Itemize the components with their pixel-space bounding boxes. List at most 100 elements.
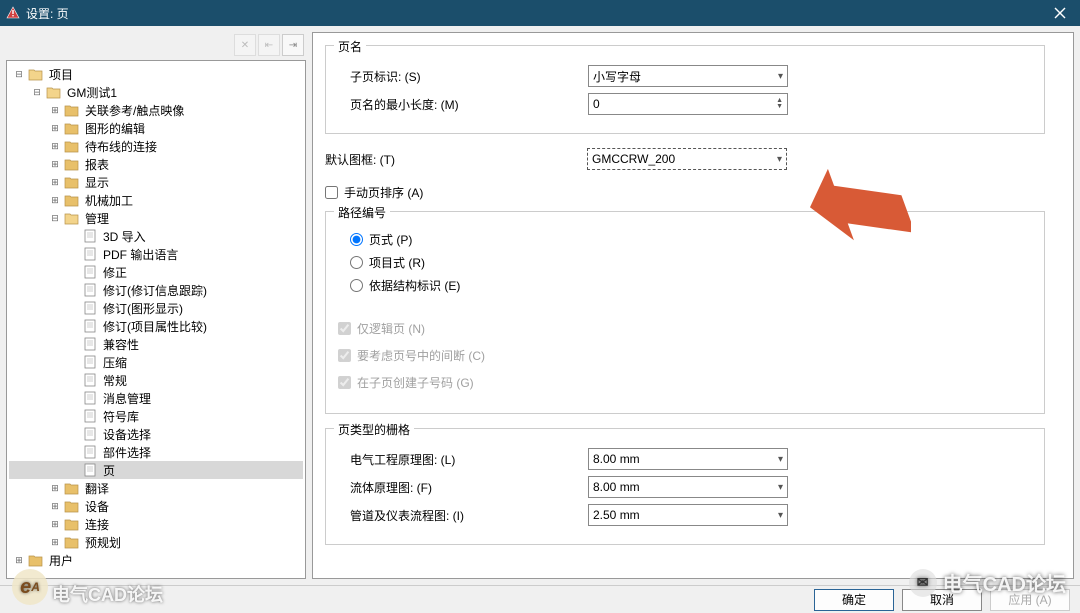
tree-node[interactable]: ⊞用户 (9, 551, 303, 569)
watermark-bottom-left: eA 电气CAD论坛 (12, 569, 163, 607)
tree-node-label: 翻译 (83, 480, 111, 497)
ok-button[interactable]: 确定 (814, 589, 894, 611)
tree-node-label: 管理 (83, 210, 111, 227)
tree-expander-icon[interactable]: ⊞ (49, 537, 61, 548)
grid-fluid-label: 流体原理图: (F) (338, 479, 588, 496)
tree-node[interactable]: 修订(图形显示) (9, 299, 303, 317)
cb-subnum (338, 376, 351, 389)
settings-tree[interactable]: ⊟项目⊟GM测试1⊞关联参考/触点映像⊞图形的编辑⊞待布线的连接⊞报表⊞显示⊞机… (6, 60, 306, 579)
radio-page[interactable] (350, 233, 363, 246)
page-icon (82, 301, 98, 315)
tree-node[interactable]: ⊞机械加工 (9, 191, 303, 209)
cb-subnum-label: 在子页创建子号码 (G) (357, 374, 474, 391)
tree-node[interactable]: 修订(修订信息跟踪) (9, 281, 303, 299)
tree-node[interactable]: ⊞连接 (9, 515, 303, 533)
tree-node-label: 修订(修订信息跟踪) (101, 282, 209, 299)
tree-node[interactable]: 消息管理 (9, 389, 303, 407)
tree-node-label: 待布线的连接 (83, 138, 159, 155)
cb-only-logic (338, 322, 351, 335)
chevron-down-icon: ▾ (778, 454, 783, 465)
folder-icon (64, 139, 80, 153)
grid-pipe-select[interactable]: 2.50 mm ▾ (588, 504, 788, 526)
left-panel: ✕ ⇤ ⇥ ⊟项目⊟GM测试1⊞关联参考/触点映像⊞图形的编辑⊞待布线的连接⊞报… (6, 32, 306, 579)
tree-node[interactable]: 页 (9, 461, 303, 479)
tree-node[interactable]: ⊟ 管理 (9, 209, 303, 227)
chevron-down-icon: ▾ (778, 482, 783, 493)
radio-project[interactable] (350, 256, 363, 269)
tree-expander-icon[interactable]: ⊞ (49, 123, 61, 134)
folder-icon (64, 517, 80, 531)
right-panel: 页名 子页标识: (S) 小写字母 ▾ 页名的最小长度: (M) 0 ▲▼ (312, 32, 1074, 579)
grid-fluid-select[interactable]: 8.00 mm ▾ (588, 476, 788, 498)
chevron-down-icon: ▾ (777, 154, 782, 165)
close-button[interactable] (1040, 0, 1080, 26)
tree-expander-icon[interactable]: ⊞ (49, 501, 61, 512)
page-icon (82, 265, 98, 279)
toolbar-export-button[interactable]: ⇥ (282, 34, 304, 56)
tree-expander-icon[interactable]: ⊞ (13, 555, 25, 566)
tree-node-label: 项目 (47, 66, 75, 83)
subpage-id-value: 小写字母 (593, 68, 641, 85)
folder-open-icon (64, 211, 80, 225)
tree-expander-icon[interactable]: ⊟ (49, 213, 61, 224)
tree-expander-icon[interactable]: ⊞ (49, 105, 61, 116)
tree-node-label: 显示 (83, 174, 111, 191)
tree-node[interactable]: ⊞ 待布线的连接 (9, 137, 303, 155)
subpage-id-select[interactable]: 小写字母 ▾ (588, 65, 788, 87)
tree-expander-icon[interactable]: ⊞ (49, 195, 61, 206)
min-length-input[interactable]: 0 ▲▼ (588, 93, 788, 115)
page-icon (82, 319, 98, 333)
dialog-body: ✕ ⇤ ⇥ ⊟项目⊟GM测试1⊞关联参考/触点映像⊞图形的编辑⊞待布线的连接⊞报… (0, 26, 1080, 585)
tree-node[interactable]: 兼容性 (9, 335, 303, 353)
tree-node-label: 压缩 (101, 354, 129, 371)
tree-node[interactable]: ⊞ 设备 (9, 497, 303, 515)
tree-node[interactable]: ⊞图形的编辑 (9, 119, 303, 137)
tree-node[interactable]: 设备选择 (9, 425, 303, 443)
tree-node[interactable]: 常规 (9, 371, 303, 389)
tree-node[interactable]: ⊞报表 (9, 155, 303, 173)
folder-icon (64, 481, 80, 495)
radio-project-label: 项目式 (R) (369, 254, 425, 271)
tree-expander-icon[interactable]: ⊟ (31, 87, 43, 98)
tree-expander-icon[interactable]: ⊞ (49, 141, 61, 152)
grid-elec-select[interactable]: 8.00 mm ▾ (588, 448, 788, 470)
tree-expander-icon[interactable]: ⊞ (49, 519, 61, 530)
manual-sort-checkbox[interactable] (325, 186, 338, 199)
toolbar-import-button[interactable]: ⇤ (258, 34, 280, 56)
tree-node[interactable]: 修正 (9, 263, 303, 281)
tree-node[interactable]: ⊞ 显示 (9, 173, 303, 191)
tree-node[interactable]: ⊞ 翻译 (9, 479, 303, 497)
tree-node[interactable]: 压缩 (9, 353, 303, 371)
tree-expander-icon[interactable]: ⊞ (49, 483, 61, 494)
group-path-numbering: 路径编号 页式 (P) 项目式 (R) 依据结构标识 (E) 仅逻辑页 (N) … (325, 211, 1045, 414)
group-pagename-legend: 页名 (334, 38, 366, 55)
folder-open-icon (28, 67, 44, 81)
tree-node-label: 设备 (83, 498, 111, 515)
tree-node[interactable]: 修订(项目属性比较) (9, 317, 303, 335)
radio-struct[interactable] (350, 279, 363, 292)
tree-node[interactable]: ⊞预规划 (9, 533, 303, 551)
tree-node[interactable]: ⊞关联参考/触点映像 (9, 101, 303, 119)
default-frame-select[interactable]: GMCCRW_200 ▾ (587, 148, 787, 170)
tree-node[interactable]: 部件选择 (9, 443, 303, 461)
group-pagename: 页名 子页标识: (S) 小写字母 ▾ 页名的最小长度: (M) 0 ▲▼ (325, 45, 1045, 134)
tree-expander-icon[interactable]: ⊞ (49, 177, 61, 188)
tree-node[interactable]: ⊟ 项目 (9, 65, 303, 83)
page-icon (82, 409, 98, 423)
folder-icon (28, 553, 44, 567)
tree-node[interactable]: 3D 导入 (9, 227, 303, 245)
tree-node-label: 修正 (101, 264, 129, 281)
tree-node[interactable]: PDF 输出语言 (9, 245, 303, 263)
toolbar-delete-button[interactable]: ✕ (234, 34, 256, 56)
tree-node[interactable]: ⊟ GM测试1 (9, 83, 303, 101)
manual-sort-label: 手动页排序 (A) (344, 184, 423, 201)
subpage-id-label: 子页标识: (S) (338, 68, 588, 85)
tree-expander-icon[interactable]: ⊞ (49, 159, 61, 170)
tree-node-label: GM测试1 (65, 84, 119, 101)
tree-node[interactable]: 符号库 (9, 407, 303, 425)
radio-struct-label: 依据结构标识 (E) (369, 277, 460, 294)
grid-elec-label: 电气工程原理图: (L) (338, 451, 588, 468)
tree-node-label: 修订(图形显示) (101, 300, 185, 317)
tree-expander-icon[interactable]: ⊟ (13, 69, 25, 80)
group-grid: 页类型的栅格 电气工程原理图: (L) 8.00 mm ▾ 流体原理图: (F)… (325, 428, 1045, 545)
